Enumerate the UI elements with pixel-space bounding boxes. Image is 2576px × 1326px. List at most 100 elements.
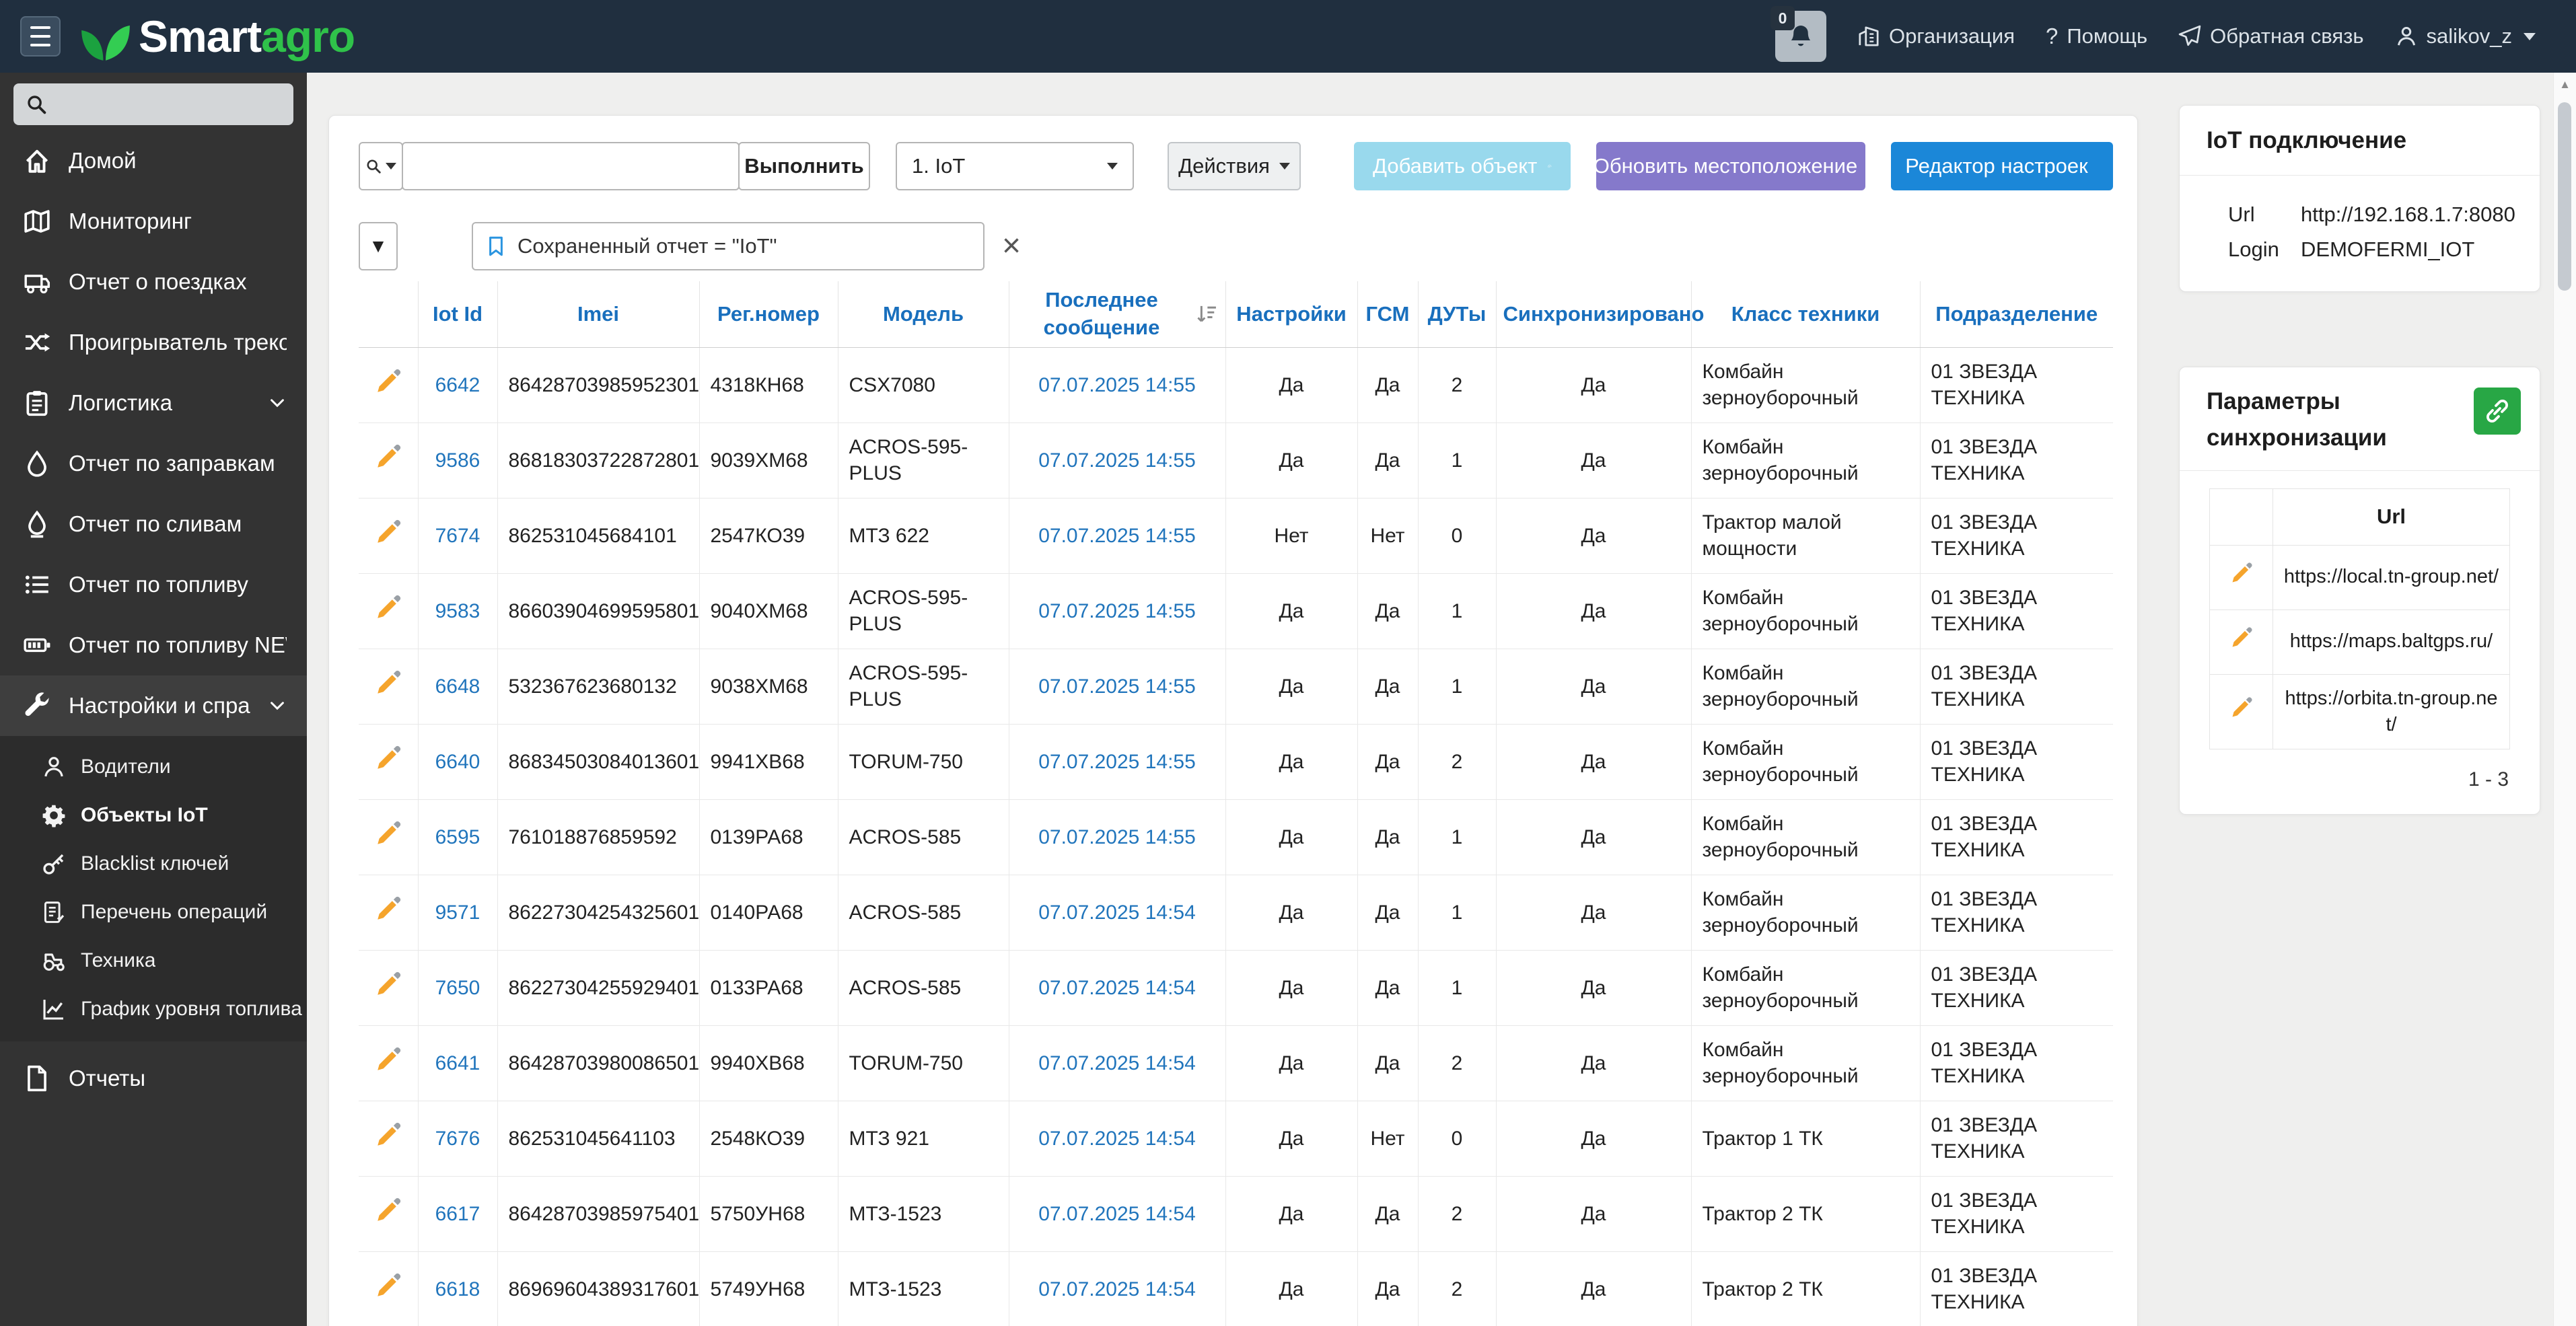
report-select[interactable]: 1. IoT <box>896 142 1134 190</box>
add-object-button[interactable]: Добавить объект <box>1354 142 1571 190</box>
sidebar-item-отчет-по-топливу[interactable]: Отчет по топливу <box>0 554 307 615</box>
column-header-synchronized[interactable]: Синхронизировано <box>1495 281 1704 348</box>
last-message-link[interactable]: 07.07.2025 14:55 <box>1038 449 1196 472</box>
last-message-link[interactable]: 07.07.2025 14:54 <box>1038 901 1196 924</box>
column-header-division[interactable]: Подразделение <box>1919 281 2113 348</box>
table-row[interactable]: 9586 86818303722872801 9039ХМ68 ACROS-595-P… <box>359 422 2113 499</box>
edit-icon[interactable] <box>374 593 402 622</box>
last-message-link[interactable]: 07.07.2025 14:54 <box>1038 1128 1196 1150</box>
sidebar-item-настройки-и-справоч[interactable]: Настройки и справоч <box>0 675 307 736</box>
sidebar-item-проигрыватель-треков[interactable]: Проигрыватель треков <box>0 312 307 373</box>
sidebar-item-отчет-по-топливу-new[interactable]: Отчет по топливу NEW <box>0 615 307 675</box>
sidebar-search-input[interactable] <box>57 93 281 116</box>
column-header-reg-number[interactable]: Рег.номер <box>699 281 838 348</box>
iot-id-link[interactable]: 6641 <box>435 1052 480 1074</box>
table-row[interactable]: 9583 86603904699595801 9040ХМ68 ACROS-595-P… <box>359 573 2113 649</box>
saved-report-filter[interactable]: Сохраненный отчет = "IoT" <box>472 222 985 270</box>
iot-id-link[interactable]: 6617 <box>435 1203 480 1225</box>
iot-id-link[interactable]: 6648 <box>435 675 480 698</box>
table-row[interactable]: 6618 86969604389317601 5749УН68 МТЗ-1523 07.… <box>359 1251 2113 1326</box>
table-row[interactable]: 6640 86834503084013601 9941ХВ68 TORUM-750 07… <box>359 724 2113 800</box>
sidebar-item-водители[interactable]: Водители <box>0 743 307 791</box>
iot-id-link[interactable]: 6642 <box>435 374 480 396</box>
edit-icon[interactable] <box>2229 696 2254 720</box>
column-header-last-message[interactable]: Последнее сообщение <box>1008 281 1225 348</box>
sidebar-item-отчеты[interactable]: Отчеты <box>0 1048 307 1109</box>
sidebar-item-объекты-iot[interactable]: Объекты IoT <box>0 791 307 840</box>
column-header-settings[interactable]: Настройки <box>1225 281 1357 348</box>
edit-icon[interactable] <box>2229 626 2254 650</box>
notifications-button[interactable]: 0 <box>1770 6 1827 62</box>
sidebar-search[interactable] <box>13 83 293 125</box>
column-header-vehicle-class[interactable]: Класс техники <box>1690 281 1920 348</box>
search-type-button[interactable] <box>359 142 403 190</box>
sidebar-item-логистика[interactable]: Логистика <box>0 373 307 433</box>
sort-icon[interactable] <box>1194 302 1219 326</box>
execute-button[interactable]: Выполнить <box>738 142 870 190</box>
sidebar-item-домой[interactable]: Домой <box>0 131 307 191</box>
column-header-iot-id[interactable]: Iot Id <box>417 281 497 348</box>
edit-icon[interactable] <box>374 744 402 772</box>
edit-icon[interactable] <box>374 669 402 697</box>
sidebar-item-мониторинг[interactable]: Мониторинг <box>0 191 307 252</box>
last-message-link[interactable]: 07.07.2025 14:55 <box>1038 826 1196 848</box>
iot-id-link[interactable]: 7674 <box>435 525 480 547</box>
filter-dropdown-button[interactable]: ▼ <box>359 222 398 270</box>
table-row[interactable]: 7650 86227304255929401 0133РА68 ACROS-585 07… <box>359 950 2113 1026</box>
edit-icon[interactable] <box>374 367 402 396</box>
feedback-menu[interactable]: Обратная связь <box>2178 24 2364 48</box>
iot-id-link[interactable]: 9571 <box>435 901 480 924</box>
last-message-link[interactable]: 07.07.2025 14:55 <box>1038 600 1196 622</box>
edit-icon[interactable] <box>374 819 402 848</box>
edit-icon[interactable] <box>374 1196 402 1224</box>
vertical-scrollbar[interactable]: ▲ <box>2553 73 2576 1326</box>
table-row[interactable]: 7676 862531045641103 2548КО39 МТЗ 921 07.07.… <box>359 1101 2113 1177</box>
edit-icon[interactable] <box>374 1272 402 1300</box>
edit-icon[interactable] <box>374 443 402 471</box>
sidebar-item-перечень-операций[interactable]: Перечень операций <box>0 888 307 936</box>
table-row[interactable]: 9571 86227304254325601 0140РА68 ACROS-585 07… <box>359 875 2113 951</box>
iot-id-link[interactable]: 6640 <box>435 751 480 773</box>
sidebar-item-техника[interactable]: Техника <box>0 936 307 985</box>
edit-icon[interactable] <box>374 1121 402 1149</box>
sidebar-item-отчет-о-поездках[interactable]: Отчет о поездках <box>0 252 307 312</box>
settings-editor-button[interactable]: Редактор настроек <box>1891 142 2113 190</box>
iot-id-link[interactable]: 7676 <box>435 1128 480 1150</box>
help-menu[interactable]: ? Помощь <box>2046 24 2147 49</box>
table-row[interactable]: 6617 86428703985975401 5750УН68 МТЗ-1523 07.… <box>359 1176 2113 1252</box>
edit-icon[interactable] <box>374 518 402 546</box>
iot-id-link[interactable]: 6595 <box>435 826 480 848</box>
sidebar-item-отчет-по-сливам[interactable]: Отчет по сливам <box>0 494 307 554</box>
column-header-model[interactable]: Модель <box>837 281 1009 348</box>
table-row[interactable]: 6641 86428703980086501 9940ХВ68 TORUM-750 07… <box>359 1025 2113 1101</box>
table-row[interactable]: 7674 862531045684101 2547КО39 МТЗ 622 07.07.… <box>359 498 2113 574</box>
actions-button[interactable]: Действия <box>1168 142 1301 190</box>
iot-id-link[interactable]: 9586 <box>435 449 480 472</box>
scrollbar-thumb[interactable] <box>2558 102 2571 291</box>
last-message-link[interactable]: 07.07.2025 14:54 <box>1038 1203 1196 1225</box>
clear-filter-button[interactable]: × <box>994 229 1029 264</box>
organization-menu[interactable]: Организация <box>1857 24 2015 48</box>
sidebar-item-отчет-по-заправкам[interactable]: Отчет по заправкам <box>0 433 307 494</box>
update-location-button[interactable]: Обновить местоположение <box>1594 142 1865 190</box>
column-header-gsm[interactable]: ГСМ <box>1357 281 1418 348</box>
sidebar-item-график-уровня-топлива[interactable]: График уровня топлива <box>0 985 307 1033</box>
sidebar-item-blacklist-ключей[interactable]: Blacklist ключей <box>0 840 307 888</box>
last-message-link[interactable]: 07.07.2025 14:54 <box>1038 1278 1196 1300</box>
last-message-link[interactable]: 07.07.2025 14:55 <box>1038 525 1196 547</box>
last-message-link[interactable]: 07.07.2025 14:55 <box>1038 751 1196 773</box>
search-input[interactable] <box>402 142 740 190</box>
table-row[interactable]: 6595 761018876859592 0139РА68 ACROS-585 07.0… <box>359 799 2113 875</box>
user-menu[interactable]: salikov_z <box>2395 24 2536 48</box>
last-message-link[interactable]: 07.07.2025 14:55 <box>1038 675 1196 698</box>
iot-id-link[interactable]: 7650 <box>435 977 480 999</box>
last-message-link[interactable]: 07.07.2025 14:54 <box>1038 1052 1196 1074</box>
last-message-link[interactable]: 07.07.2025 14:55 <box>1038 374 1196 396</box>
last-message-link[interactable]: 07.07.2025 14:54 <box>1038 977 1196 999</box>
hamburger-menu-button[interactable] <box>20 16 61 57</box>
edit-icon[interactable] <box>374 1045 402 1074</box>
scroll-up-arrow[interactable]: ▲ <box>2554 73 2576 97</box>
edit-icon[interactable] <box>374 970 402 998</box>
table-row[interactable]: 6648 532367623680132 9038ХМ68 ACROS-595-PLU… <box>359 649 2113 725</box>
iot-id-link[interactable]: 6618 <box>435 1278 480 1300</box>
